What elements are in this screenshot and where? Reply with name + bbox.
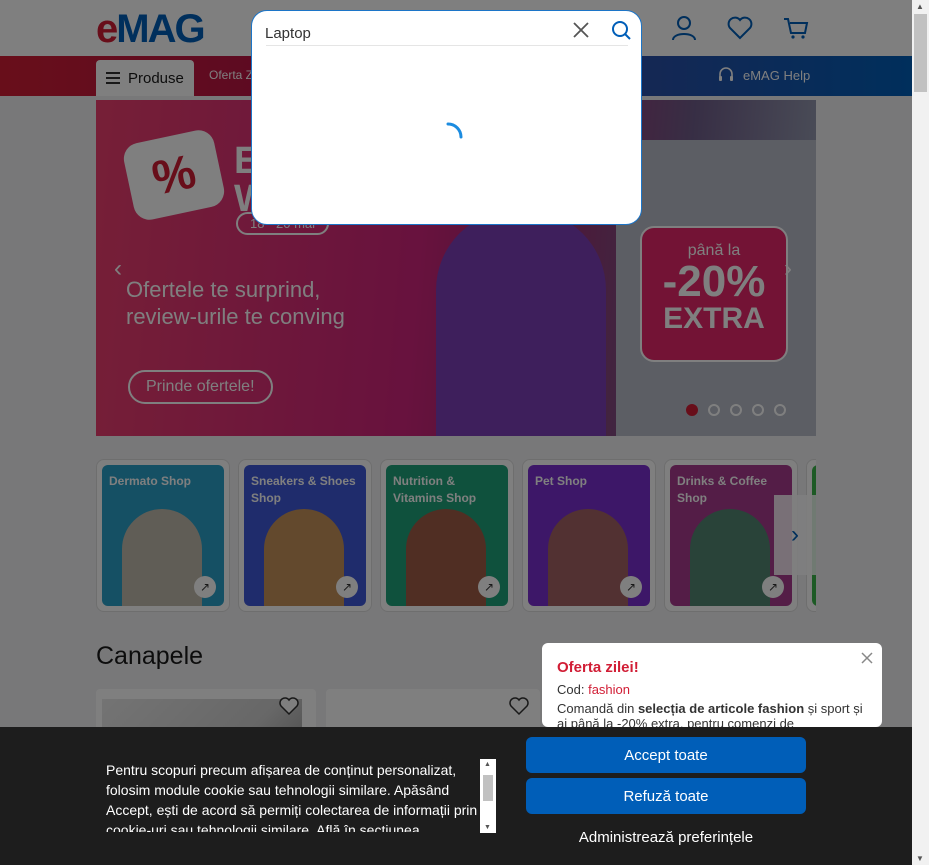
- close-icon[interactable]: [860, 651, 874, 665]
- search-divider: [266, 45, 628, 46]
- cookie-banner: Pentru scopuri precum afișarea de conțin…: [0, 727, 912, 865]
- search-popup: [251, 10, 642, 225]
- cookie-text-scrollbar[interactable]: ▲ ▼: [480, 759, 496, 833]
- scroll-down-icon[interactable]: ▼: [484, 824, 491, 831]
- accept-all-button[interactable]: Accept toate: [526, 737, 806, 773]
- cookie-text: Pentru scopuri precum afișarea de conțin…: [106, 762, 478, 832]
- daily-offer-popup: Oferta zilei! Cod: fashion Comandă din s…: [542, 643, 882, 731]
- offer-title: Oferta zilei!: [557, 659, 639, 676]
- search-icon[interactable]: [610, 19, 632, 41]
- scrollbar-thumb[interactable]: [483, 775, 493, 801]
- scroll-up-icon[interactable]: ▲: [484, 761, 491, 768]
- loading-spinner-icon: [446, 122, 463, 139]
- clear-search-icon[interactable]: [570, 19, 592, 41]
- scrollbar-thumb[interactable]: [914, 14, 927, 92]
- search-input[interactable]: [265, 20, 565, 46]
- refuse-all-button[interactable]: Refuză toate: [526, 778, 806, 814]
- scroll-down-icon[interactable]: ▼: [916, 854, 924, 863]
- manage-preferences-link[interactable]: Administrează preferințele: [526, 825, 806, 849]
- scroll-up-icon[interactable]: ▲: [916, 2, 924, 11]
- page-scrollbar[interactable]: ▲ ▼: [912, 0, 929, 865]
- offer-code: Cod: fashion: [557, 682, 630, 697]
